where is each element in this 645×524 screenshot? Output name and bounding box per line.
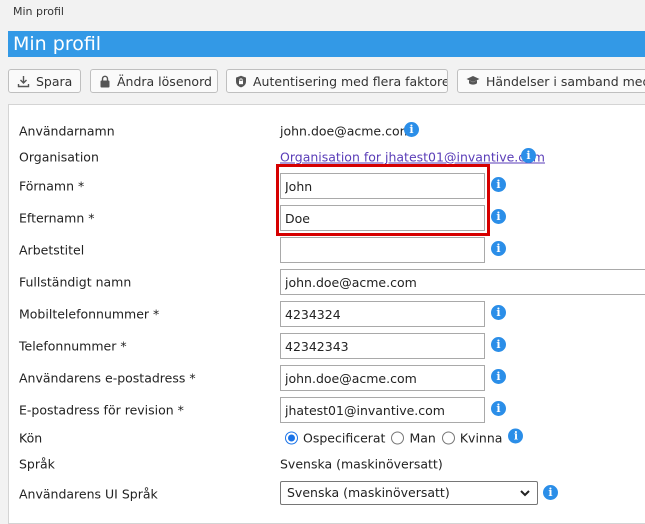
row-full-name: Fullständigt namn xyxy=(9,269,645,295)
profile-form: Användarnamn john.doe@acme.com i Organis… xyxy=(8,104,645,524)
radio-icon[interactable] xyxy=(391,431,405,445)
radio-selected-icon[interactable] xyxy=(285,431,298,445)
page-title: Min profil xyxy=(8,31,645,57)
mfa-button[interactable]: Autentisering med flera faktorer xyxy=(226,69,448,93)
row-job-title: Arbetstitel i xyxy=(9,237,645,263)
phone-input[interactable] xyxy=(280,333,485,359)
organisation-label: Organisation xyxy=(19,149,99,165)
ui-language-label: Användarens UI Språk xyxy=(19,486,158,502)
first-name-label: Förnamn * xyxy=(19,178,85,194)
mobile-label: Mobiltelefonnummer * xyxy=(19,306,160,322)
gender-option-label: Kvinna xyxy=(459,430,503,446)
breadcrumb: Min profil xyxy=(13,5,64,18)
info-icon[interactable]: i xyxy=(491,369,506,384)
toolbar: Spara Ändra lösenord Autentisering med f… xyxy=(8,69,645,93)
graduation-cap-icon xyxy=(466,76,480,85)
gender-option-label: Ospecificerat xyxy=(303,430,386,446)
ui-language-selected: Svenska (maskinöversatt) xyxy=(287,485,450,500)
info-icon[interactable]: i xyxy=(491,401,506,416)
mobile-input[interactable] xyxy=(280,301,485,327)
row-email: Användarens e-postadress * i xyxy=(9,365,645,391)
job-title-label: Arbetstitel xyxy=(19,242,85,258)
info-icon[interactable]: i xyxy=(404,122,419,137)
audit-email-input[interactable] xyxy=(280,397,485,423)
row-audit-email: E-postadress för revision * i xyxy=(9,397,645,423)
language-label: Språk xyxy=(19,456,55,472)
save-button[interactable]: Spara xyxy=(8,69,81,93)
row-last-name: Efternamn * i xyxy=(9,205,645,231)
gender-option-label: Man xyxy=(409,430,436,446)
job-title-input[interactable] xyxy=(280,237,485,263)
info-icon[interactable]: i xyxy=(543,485,558,500)
language-value: Svenska (maskinöversatt) xyxy=(280,456,443,472)
email-label: Användarens e-postadress * xyxy=(19,370,196,386)
lock-icon xyxy=(100,75,110,87)
audit-email-label: E-postadress för revision * xyxy=(19,402,184,418)
save-icon xyxy=(17,75,30,87)
gender-option-unspecified[interactable]: Ospecificerat xyxy=(285,431,385,446)
radio-icon[interactable] xyxy=(441,431,455,445)
full-name-input[interactable] xyxy=(280,269,645,295)
organisation-link[interactable]: Organisation for jhatest01@invantive.com xyxy=(280,150,545,165)
save-label: Spara xyxy=(36,73,73,89)
last-name-input[interactable] xyxy=(280,205,485,231)
info-icon[interactable]: i xyxy=(508,428,524,444)
row-phone: Telefonnummer * i xyxy=(9,333,645,359)
full-name-label: Fullständigt namn xyxy=(19,274,132,290)
gender-option-man[interactable]: Man xyxy=(391,430,436,446)
row-language: Språk Svenska (maskinöversatt) xyxy=(9,451,645,477)
info-icon[interactable]: i xyxy=(491,209,506,224)
events-label: Händelser i samband med a xyxy=(486,73,645,89)
info-icon[interactable]: i xyxy=(491,241,506,256)
info-icon[interactable]: i xyxy=(521,148,536,163)
info-icon[interactable]: i xyxy=(491,305,506,320)
row-organisation: Organisation Organisation for jhatest01@… xyxy=(9,144,645,170)
row-first-name: Förnamn * i xyxy=(9,173,645,199)
ui-language-select[interactable]: Svenska (maskinöversatt) xyxy=(280,481,538,505)
gender-radio-group: Ospecificerat Man Kvinna i xyxy=(285,428,524,446)
gender-option-woman[interactable]: Kvinna xyxy=(441,430,503,446)
phone-label: Telefonnummer * xyxy=(19,338,127,354)
mfa-label: Autentisering med flera faktorer xyxy=(253,73,448,89)
row-mobile: Mobiltelefonnummer * i xyxy=(9,301,645,327)
row-gender: Kön Ospecificerat Man Kvinna i xyxy=(9,425,645,451)
shield-lock-icon xyxy=(236,75,246,87)
row-username: Användarnamn john.doe@acme.com i xyxy=(9,118,645,144)
first-name-input[interactable] xyxy=(280,173,485,199)
change-password-label: Ändra lösenord xyxy=(117,73,212,89)
gender-label: Kön xyxy=(19,430,43,446)
chevron-down-icon xyxy=(520,490,530,497)
info-icon[interactable]: i xyxy=(491,177,506,192)
events-button[interactable]: Händelser i samband med a xyxy=(457,69,645,93)
username-value: john.doe@acme.com xyxy=(280,123,412,139)
username-label: Användarnamn xyxy=(19,123,115,139)
row-ui-language: Användarens UI Språk Svenska (maskinöver… xyxy=(9,481,645,507)
change-password-button[interactable]: Ändra lösenord xyxy=(90,69,218,93)
info-icon[interactable]: i xyxy=(491,337,506,352)
email-input[interactable] xyxy=(280,365,485,391)
last-name-label: Efternamn * xyxy=(19,210,95,226)
